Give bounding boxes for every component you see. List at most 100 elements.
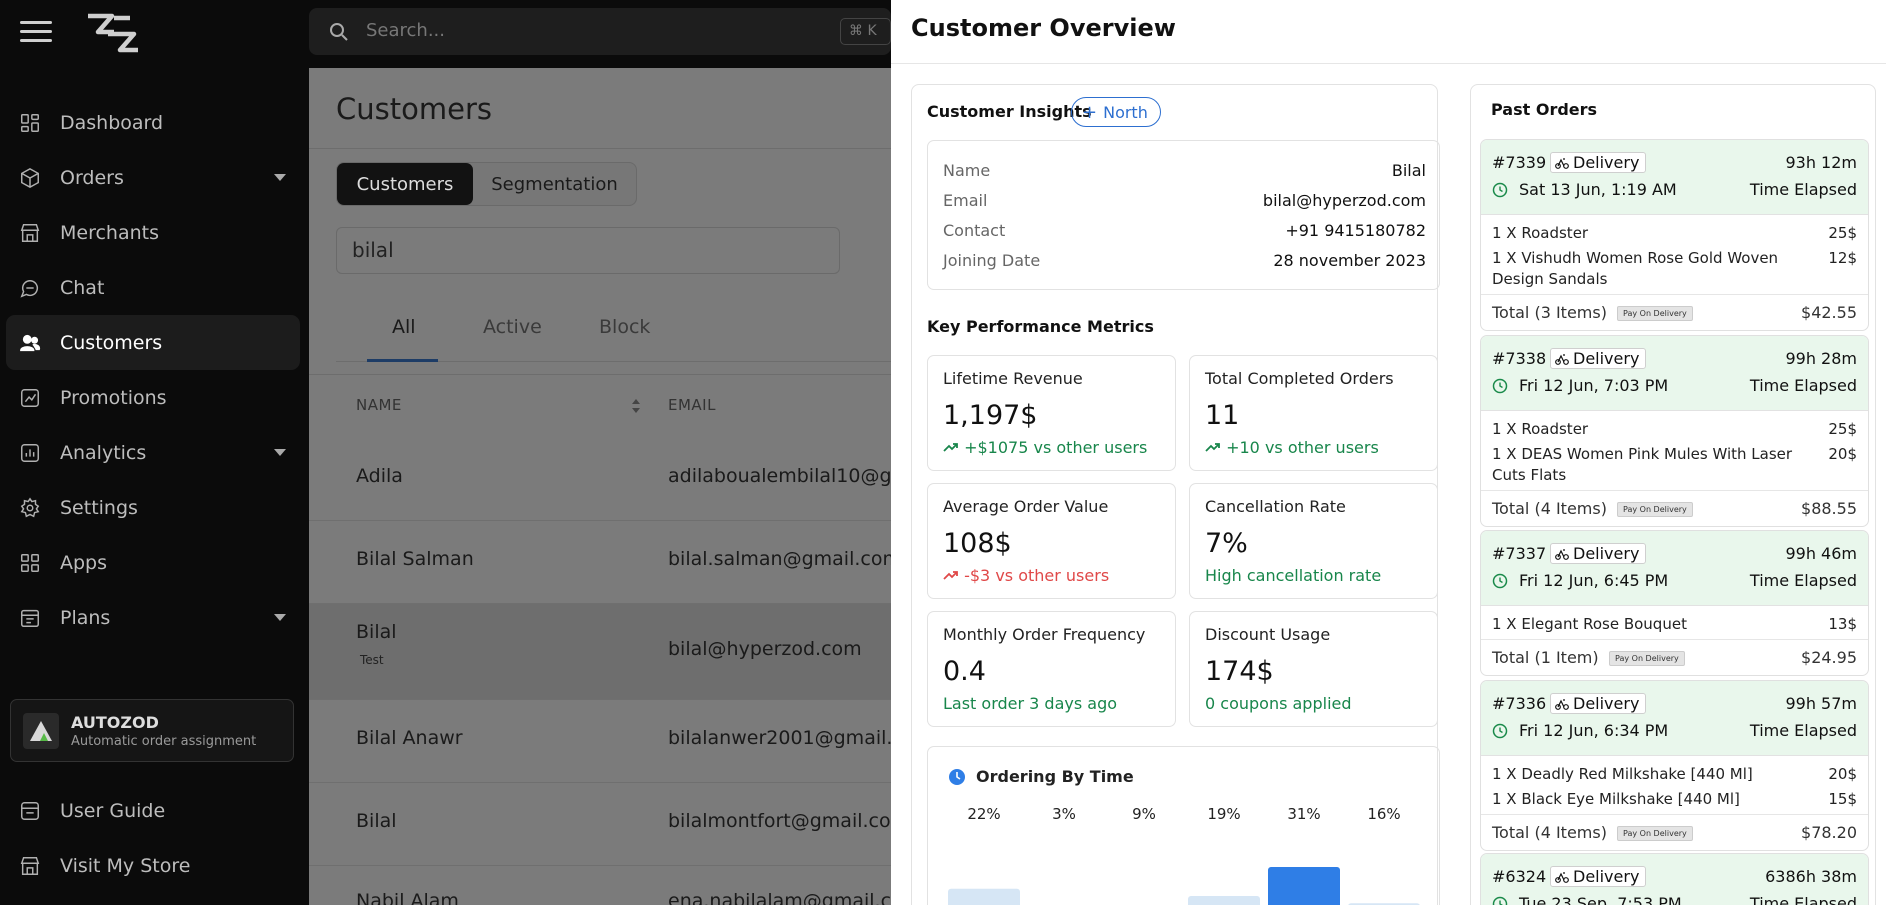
sidebar-item-analytics[interactable]: Analytics [6, 425, 300, 480]
sidebar-item-user-guide[interactable]: User Guide [6, 783, 300, 838]
order-elapsed: 99h 46m [1785, 544, 1857, 563]
autozod-card[interactable]: AUTOZOD Automatic order assignment [10, 699, 294, 762]
item-price: 15$ [1828, 790, 1857, 808]
order-type: Delivery [1573, 544, 1640, 563]
segment-customers[interactable]: Customers [337, 163, 473, 205]
customer-email: bilalanwer2001@gmail.com [668, 727, 891, 749]
table-row[interactable]: Adila adilaboualembilal10@gmail.com [309, 438, 891, 521]
chevron-down-icon[interactable] [274, 449, 286, 456]
order-type: Delivery [1573, 153, 1640, 172]
segment-segmentation[interactable]: Segmentation [473, 163, 636, 205]
global-search[interactable]: Search... ⌘ K [309, 8, 891, 55]
header-divider [309, 148, 891, 149]
customer-name: Bilal [356, 621, 397, 643]
info-value: Bilal [1391, 161, 1426, 180]
delivery-chip: Delivery [1550, 693, 1647, 714]
trend-up-icon [943, 443, 958, 452]
clock-icon [1492, 573, 1508, 589]
hamburger-menu-icon[interactable] [20, 21, 52, 42]
column-header-name[interactable]: NAME [356, 396, 402, 414]
tab-block[interactable]: Block [599, 316, 650, 338]
bike-icon [1555, 548, 1569, 560]
sort-icon[interactable] [631, 398, 641, 414]
sidebar: Dashboard Orders Merchants Chat Customer… [0, 0, 309, 905]
order-card[interactable]: #7338 Delivery 99h 28m Fri 12 Jun, 7:03 PM T… [1480, 335, 1869, 527]
store-icon [18, 854, 42, 878]
sidebar-item-dashboard[interactable]: Dashboard [6, 95, 300, 150]
customers-page: Customers Customers Segmentation bilal A… [309, 68, 891, 905]
time-elapsed-label: Time Elapsed [1749, 721, 1857, 740]
ordering-bar [1188, 896, 1260, 905]
order-items: 1 X Roadster 25$ 1 X Vishudh Women Rose Go… [1481, 215, 1868, 290]
metric-sub: +$1075 vs other users [943, 438, 1147, 457]
item-price: 25$ [1828, 224, 1857, 242]
order-card[interactable]: #7337 Delivery 99h 46m Fri 12 Jun, 6:45 PM T… [1480, 530, 1869, 676]
order-items: 1 X Deadly Red Milkshake [440 Ml] 20$ 1 X … [1481, 756, 1868, 810]
sidebar-item-customers[interactable]: Customers [6, 315, 300, 370]
table-row[interactable]: Bilal bilalmontfort@gmail.com [309, 783, 891, 866]
clock-icon [1492, 723, 1508, 739]
sidebar-item-plans[interactable]: Plans [6, 590, 300, 645]
table-row[interactable]: Bilal Test bilal@hyperzod.com [309, 604, 891, 700]
tab-all[interactable]: All [392, 316, 416, 338]
sidebar-item-visit-store[interactable]: Visit My Store [6, 838, 300, 893]
segment-control: Customers Segmentation [336, 162, 637, 206]
customer-search-input[interactable]: bilal [336, 227, 840, 274]
sidebar-item-settings[interactable]: Settings [6, 480, 300, 535]
order-item: 1 X Deadly Red Milkshake [440 Ml] 20$ [1492, 764, 1857, 785]
order-card[interactable]: #7336 Delivery 99h 57m Fri 12 Jun, 6:34 PM T… [1480, 680, 1869, 851]
order-item: 1 X Black Eye Milkshake [440 Ml] 15$ [1492, 789, 1857, 810]
order-amount: $78.20 [1801, 823, 1857, 842]
info-label: Contact [943, 221, 1006, 240]
column-header-email[interactable]: EMAIL [668, 396, 716, 414]
item-name: 1 X Black Eye Milkshake [440 Ml] [1492, 790, 1740, 808]
table-row[interactable]: Nabil Alam ena.nabilalam@gmail.com [309, 866, 891, 905]
order-total-label: Total (3 Items) [1492, 303, 1607, 322]
tab-active[interactable]: Active [483, 316, 542, 338]
ordering-bar [948, 888, 1020, 905]
info-value: bilal@hyperzod.com [1262, 191, 1426, 210]
region-badge[interactable]: + North [1071, 97, 1161, 127]
metric-cancellation-rate: Cancellation Rate 7% High cancellation r… [1189, 483, 1438, 599]
table-row[interactable]: Bilal Anawr bilalanwer2001@gmail.com [309, 700, 891, 783]
dashboard-icon [18, 111, 42, 135]
user-guide-icon [18, 799, 42, 823]
item-price: 13$ [1828, 615, 1857, 633]
order-item: 1 X Vishudh Women Rose Gold Woven Design… [1492, 248, 1857, 290]
page-title: Customers [336, 92, 492, 126]
metric-label: Total Completed Orders [1205, 369, 1394, 388]
sidebar-item-chat[interactable]: Chat [6, 260, 300, 315]
order-header: #7337 Delivery 99h 46m Fri 12 Jun, 6:45 PM T… [1481, 531, 1868, 606]
order-card[interactable]: #6324 Delivery 6386h 38m Tue 23 Sep, 7:53 P… [1480, 853, 1869, 905]
info-value: 28 november 2023 [1273, 251, 1426, 270]
sidebar-item-merchants[interactable]: Merchants [6, 205, 300, 260]
order-item: 1 X Elegant Rose Bouquet 13$ [1492, 614, 1857, 635]
time-elapsed-label: Time Elapsed [1749, 376, 1857, 395]
sidebar-item-apps[interactable]: Apps [6, 535, 300, 590]
info-label: Joining Date [943, 251, 1041, 270]
chevron-down-icon[interactable] [274, 174, 286, 181]
app-logo[interactable] [84, 12, 140, 54]
sidebar-item-label: Promotions [60, 386, 167, 409]
item-price: 12$ [1828, 249, 1857, 267]
metric-sub-text: +$1075 vs other users [964, 438, 1148, 457]
item-name: 1 X Roadster [1492, 420, 1589, 438]
settings-icon [18, 496, 42, 520]
ordering-by-time-card: Ordering By Time 22% 3% 9% 19% 31% 16% [927, 746, 1440, 905]
metric-label: Lifetime Revenue [943, 369, 1083, 388]
sidebar-item-promotions[interactable]: Promotions [6, 370, 300, 425]
chevron-down-icon[interactable] [274, 614, 286, 621]
search-icon [329, 22, 349, 46]
order-footer: Total (3 Items) Pay On Delivery $42.55 [1481, 294, 1868, 330]
info-row-name: Name Bilal [943, 161, 1426, 180]
sidebar-bottom-nav: User Guide Visit My Store [6, 783, 300, 893]
order-card[interactable]: #7339 Delivery 93h 12m Sat 13 Jun, 1:19 AM T… [1480, 139, 1869, 331]
customer-tag: Test [360, 653, 384, 667]
delivery-chip: Delivery [1550, 348, 1647, 369]
sidebar-item-orders[interactable]: Orders [6, 150, 300, 205]
table-row[interactable]: Bilal Salman bilal.salman@gmail.com [309, 521, 891, 604]
customer-email: bilal@hyperzod.com [668, 638, 862, 660]
payment-badge: Pay On Delivery [1617, 502, 1693, 517]
order-item: 1 X DEAS Women Pink Mules With Laser Cut… [1492, 444, 1857, 486]
sidebar-item-label: Apps [60, 551, 108, 574]
